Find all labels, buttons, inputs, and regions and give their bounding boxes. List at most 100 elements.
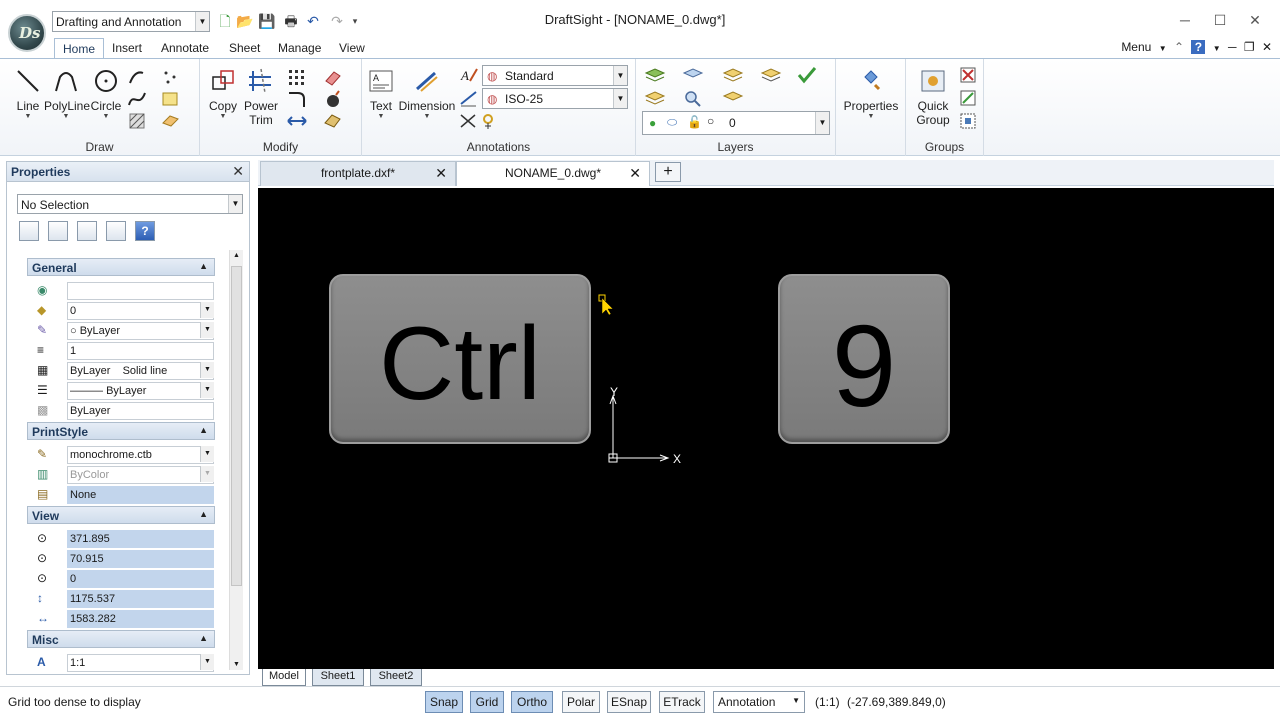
chevron-down-icon[interactable]: ▼ xyxy=(200,362,214,378)
sheet-tab-sheet2[interactable]: Sheet2 xyxy=(370,669,422,686)
etrack-toggle[interactable]: ETrack xyxy=(659,691,705,713)
ribbon-collapse-icon[interactable]: ⌃ xyxy=(1174,40,1184,54)
sheet-tab-model[interactable]: Model xyxy=(262,669,306,686)
match-properties-icon[interactable] xyxy=(322,111,344,131)
collapse-icon[interactable]: ▲ xyxy=(199,509,208,519)
tab-manage[interactable]: Manage xyxy=(270,38,329,59)
print-table-value[interactable]: monochrome.ctb xyxy=(67,446,214,464)
delete-icon[interactable] xyxy=(322,67,344,87)
smart-leader-icon[interactable] xyxy=(480,111,502,131)
help-button[interactable]: ? xyxy=(135,221,155,241)
ungroup-icon[interactable] xyxy=(958,65,980,85)
tab-insert[interactable]: Insert xyxy=(104,38,150,59)
pattern-icon[interactable] xyxy=(286,67,308,87)
polyline-button[interactable]: PolyLine ▼ xyxy=(44,67,90,120)
doc-minimize-icon[interactable]: ─ xyxy=(1228,40,1237,54)
layer-manager-icon[interactable] xyxy=(644,65,666,85)
hatch-icon[interactable] xyxy=(127,111,149,131)
leader-icon[interactable] xyxy=(458,111,480,131)
collapse-icon[interactable]: ▲ xyxy=(199,425,208,435)
copy-button[interactable]: Copy ▼ xyxy=(204,67,242,120)
chevron-down-icon[interactable]: ▼ xyxy=(200,654,214,670)
text-style-select[interactable]: ◍ Standard ▼ xyxy=(482,65,628,86)
circle-button[interactable]: Circle ▼ xyxy=(88,67,124,120)
grid-toggle[interactable]: Grid xyxy=(470,691,504,713)
scroll-up-icon[interactable]: ▲ xyxy=(233,252,240,259)
fillet-icon[interactable] xyxy=(286,89,308,109)
close-window-button[interactable]: ✕ xyxy=(1240,10,1270,30)
chevron-down-icon[interactable]: ▼ xyxy=(1159,44,1167,53)
section-misc[interactable]: Misc ▲ xyxy=(27,630,215,648)
group-manager-icon[interactable] xyxy=(958,111,980,131)
close-icon[interactable]: ✕ xyxy=(232,163,244,180)
esnap-toggle[interactable]: ESnap xyxy=(607,691,651,713)
close-icon[interactable]: ✕ xyxy=(435,162,447,184)
annotation-scale-select[interactable]: Annotation ▼ xyxy=(713,691,805,713)
text-button[interactable]: A Text ▼ xyxy=(366,67,396,120)
sheet-tab-sheet1[interactable]: Sheet1 xyxy=(312,669,364,686)
spline-icon[interactable] xyxy=(127,89,149,109)
properties-ribbon-button[interactable]: Properties ▼ xyxy=(840,67,902,120)
toggle-pickadd-button[interactable] xyxy=(19,221,39,241)
properties-scrollbar[interactable]: ▲ ▼ xyxy=(229,250,243,670)
quick-select-button[interactable] xyxy=(77,221,97,241)
selection-select[interactable]: No Selection ▼ xyxy=(17,194,243,214)
snap-toggle[interactable]: Snap xyxy=(425,691,463,713)
section-view[interactable]: View ▲ xyxy=(27,506,215,524)
check-icon[interactable] xyxy=(796,65,818,85)
doc-tab-frontplate[interactable]: frontplate.dxf* ✕ xyxy=(260,161,456,186)
linetype-value[interactable]: ○ ByLayer xyxy=(67,322,214,340)
select-objects-button[interactable] xyxy=(48,221,68,241)
filter-button[interactable] xyxy=(106,221,126,241)
annotation-scale-value[interactable]: 1:1 xyxy=(67,654,214,672)
region-icon[interactable] xyxy=(160,89,182,109)
dimension-button[interactable]: Dimension ▼ xyxy=(396,67,458,120)
collapse-icon[interactable]: ▲ xyxy=(199,633,208,643)
collapse-icon[interactable]: ▲ xyxy=(199,261,208,271)
close-icon[interactable]: ✕ xyxy=(629,162,641,184)
lineweight-value[interactable]: ——— ByLayer xyxy=(67,382,214,400)
doc-close-icon[interactable]: ✕ xyxy=(1262,40,1272,54)
layer-value[interactable]: 0 xyxy=(67,302,214,320)
linestyle-value[interactable]: ByLayer Solid line xyxy=(67,362,214,380)
arc-icon[interactable] xyxy=(127,67,149,87)
layer-isolate-icon[interactable] xyxy=(722,65,744,85)
quick-group-button[interactable]: Quick Group xyxy=(910,67,956,127)
transparency-value[interactable]: ByLayer xyxy=(67,402,214,420)
edit-group-icon[interactable] xyxy=(958,88,980,108)
chevron-down-icon[interactable]: ▼ xyxy=(200,302,214,318)
layer-find-icon[interactable] xyxy=(682,88,704,108)
dim-style-select[interactable]: ◍ ISO-25 ▼ xyxy=(482,88,628,109)
menu-button[interactable]: Menu xyxy=(1121,40,1151,54)
minimize-button[interactable]: ─ xyxy=(1170,10,1200,30)
layer-states-icon[interactable] xyxy=(682,65,704,85)
chevron-down-icon[interactable]: ▼ xyxy=(200,382,214,398)
tab-view[interactable]: View xyxy=(331,38,373,59)
layer-previous-icon[interactable] xyxy=(644,88,666,108)
scrollbar-thumb[interactable] xyxy=(231,266,242,586)
power-trim-button[interactable]: Power Trim xyxy=(240,67,282,127)
chevron-down-icon[interactable]: ▼ xyxy=(200,322,214,338)
ortho-toggle[interactable]: Ortho xyxy=(511,691,553,713)
scroll-down-icon[interactable]: ▼ xyxy=(233,661,240,668)
layer-select[interactable]: ● ⬭ 🔓 ○ 0 ▼ xyxy=(642,111,830,135)
polar-toggle[interactable]: Polar xyxy=(562,691,600,713)
tab-home[interactable]: Home xyxy=(54,38,105,59)
tab-sheet[interactable]: Sheet xyxy=(221,38,268,59)
chevron-down-icon[interactable]: ▼ xyxy=(200,446,214,462)
new-tab-button[interactable]: + xyxy=(655,162,681,182)
doc-restore-icon[interactable]: ❐ xyxy=(1244,40,1255,54)
tab-annotate[interactable]: Annotate xyxy=(153,38,217,59)
app-menu-button[interactable]: Ds xyxy=(8,14,46,52)
drawing-canvas[interactable]: Ctrl 9 Y X xyxy=(258,188,1274,669)
explode-icon[interactable] xyxy=(322,89,344,109)
layer-merge-icon[interactable] xyxy=(722,88,744,108)
help-icon[interactable]: ? xyxy=(1191,40,1206,54)
eraser-icon[interactable] xyxy=(160,111,182,131)
line-button[interactable]: Line ▼ xyxy=(10,67,46,120)
point-icon[interactable] xyxy=(160,67,182,87)
stretch-icon[interactable] xyxy=(286,111,308,131)
chevron-down-icon[interactable]: ▼ xyxy=(1213,44,1221,53)
section-general[interactable]: General ▲ xyxy=(27,258,215,276)
scale-value[interactable]: 1 xyxy=(67,342,214,360)
